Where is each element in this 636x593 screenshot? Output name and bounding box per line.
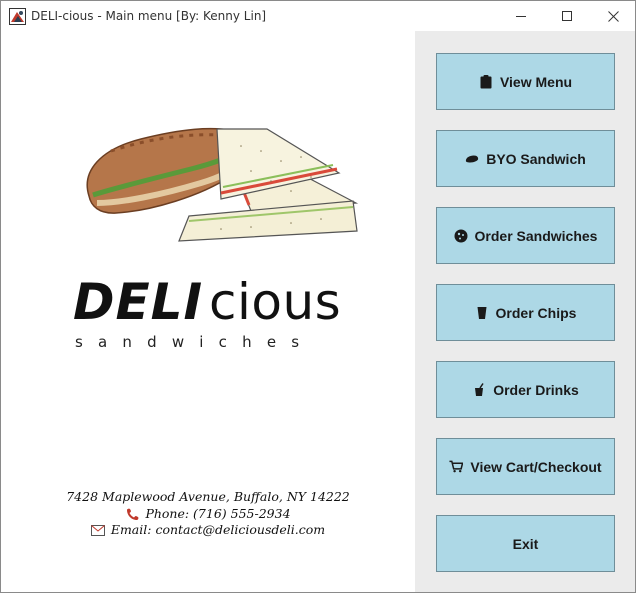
order-chips-label: Order Chips [495, 304, 577, 321]
order-chips-button[interactable]: Order Chips [436, 284, 615, 341]
cookie-icon [454, 229, 468, 243]
phone-line: Phone: (716) 555-2934 [1, 506, 415, 523]
app-icon [9, 8, 26, 25]
view-cart-checkout-label: View Cart/Checkout [470, 458, 602, 475]
window-title: DELI-cious - Main menu [By: Kenny Lin] [31, 9, 267, 23]
view-menu-label: View Menu [499, 73, 573, 90]
order-sandwiches-button[interactable]: Order Sandwiches [436, 207, 615, 264]
maximize-icon [561, 10, 572, 21]
address-text: 7428 Maplewood Avenue, Buffalo, NY 14222 [66, 489, 350, 504]
exit-label: Exit [512, 535, 539, 552]
clipboard-icon [479, 74, 493, 89]
cart-icon [449, 460, 464, 474]
close-icon [607, 10, 619, 22]
phone-icon [125, 508, 139, 520]
cup-icon [475, 306, 489, 320]
deli-logo: DELI cious sandwiches [73, 273, 373, 383]
menu-panel: View Menu BYO Sandwich Order Sandwiches … [415, 31, 635, 592]
bread-icon [465, 152, 479, 166]
byo-sandwich-label: BYO Sandwich [486, 150, 586, 167]
byo-sandwich-button[interactable]: BYO Sandwich [436, 130, 615, 187]
drink-icon [472, 382, 486, 397]
order-drinks-button[interactable]: Order Drinks [436, 361, 615, 418]
branding-panel: DELI cious sandwiches 7428 Maplewood Ave… [1, 31, 415, 592]
contact-info: 7428 Maplewood Avenue, Buffalo, NY 14222… [1, 489, 415, 539]
email-line: Email: contact@deliciousdeli.com [1, 522, 415, 539]
email-icon [90, 524, 105, 536]
close-button[interactable] [590, 1, 635, 31]
sandwich-illustration [86, 127, 359, 242]
main-window: DELI-cious - Main menu [By: Kenny Lin] D… [0, 0, 636, 593]
minimize-button[interactable] [498, 1, 544, 31]
view-menu-button[interactable]: View Menu [436, 53, 615, 110]
view-cart-checkout-button[interactable]: View Cart/Checkout [436, 438, 615, 495]
logo-bold-text: DELI [73, 273, 204, 331]
email-text: Email: contact@deliciousdeli.com [110, 522, 326, 537]
logo-light-text: cious [209, 273, 342, 331]
minimize-icon [515, 15, 526, 17]
title-bar[interactable]: DELI-cious - Main menu [By: Kenny Lin] [1, 1, 635, 31]
order-drinks-label: Order Drinks [493, 381, 579, 398]
exit-button[interactable]: Exit [436, 515, 615, 572]
order-sandwiches-label: Order Sandwiches [474, 227, 598, 244]
address-line: 7428 Maplewood Avenue, Buffalo, NY 14222 [1, 489, 415, 506]
logo-tagline: sandwiches [75, 333, 315, 351]
phone-text: Phone: (716) 555-2934 [145, 505, 291, 521]
maximize-button[interactable] [544, 1, 590, 31]
